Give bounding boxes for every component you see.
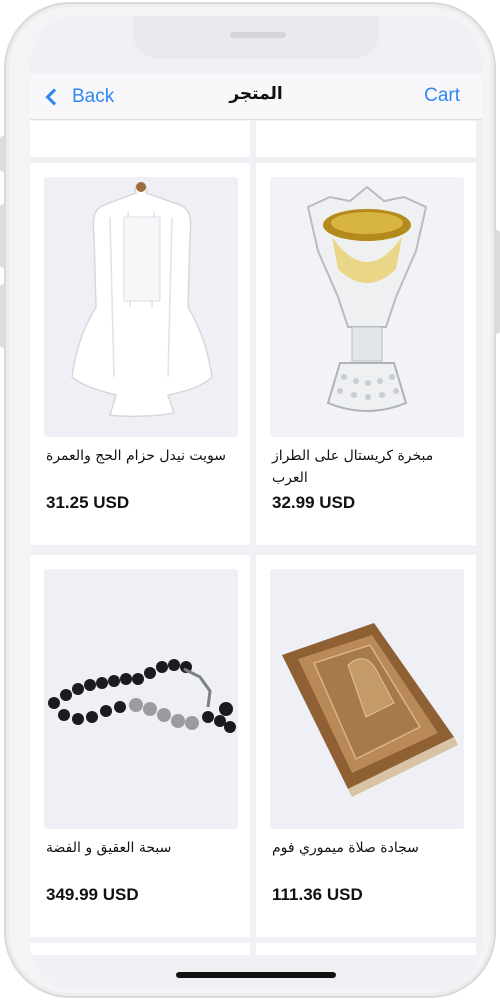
product-card[interactable]: سويت نيدل حزام الحج والعمرة 31.25 USD — [30, 163, 250, 545]
silent-switch — [0, 136, 6, 172]
volume-down-button — [0, 284, 6, 348]
product-name: سبحة العقيق و الفضة — [46, 840, 172, 856]
power-button — [494, 230, 500, 334]
product-price: 31.25 USD — [46, 493, 130, 512]
phone-frame: Back المتجر Cart سويت نيدل حزام الحج وال… — [0, 2, 500, 998]
product-price: 349.99 USD — [46, 885, 139, 904]
speaker — [230, 32, 286, 38]
product-card[interactable]: سجادة صلاة ميموري فوم 111.36 USD — [256, 555, 476, 937]
product-card-partial[interactable] — [30, 943, 250, 955]
prayer-beads-image — [44, 569, 238, 829]
product-card[interactable]: مبخرة كريستال على الطراز العرب 32.99 USD — [256, 163, 476, 545]
screen: Back المتجر Cart سويت نيدل حزام الحج وال… — [30, 16, 482, 990]
crystal-incense-burner-image — [270, 177, 464, 437]
product-price: 32.99 USD — [272, 493, 356, 512]
product-name: مبخرة كريستال على الطراز العرب — [272, 448, 434, 486]
navigation-bar: Back المتجر Cart — [30, 74, 482, 120]
product-price: 111.36 USD — [272, 885, 363, 904]
product-card[interactable]: سبحة العقيق و الفضة 349.99 USD — [30, 555, 250, 937]
home-indicator[interactable] — [176, 972, 336, 978]
prayer-rug-image — [270, 569, 464, 829]
volume-up-button — [0, 204, 6, 268]
cart-button[interactable]: Cart — [424, 85, 460, 107]
product-name: سويت نيدل حزام الحج والعمرة — [46, 448, 227, 464]
product-card-partial[interactable] — [256, 121, 476, 157]
notch — [134, 16, 378, 58]
ihram-garment-image — [44, 177, 238, 437]
product-card-partial[interactable] — [30, 121, 250, 157]
page-title: المتجر — [229, 84, 283, 104]
product-name: سجادة صلاة ميموري فوم — [272, 840, 419, 856]
product-card-partial[interactable] — [256, 943, 476, 955]
